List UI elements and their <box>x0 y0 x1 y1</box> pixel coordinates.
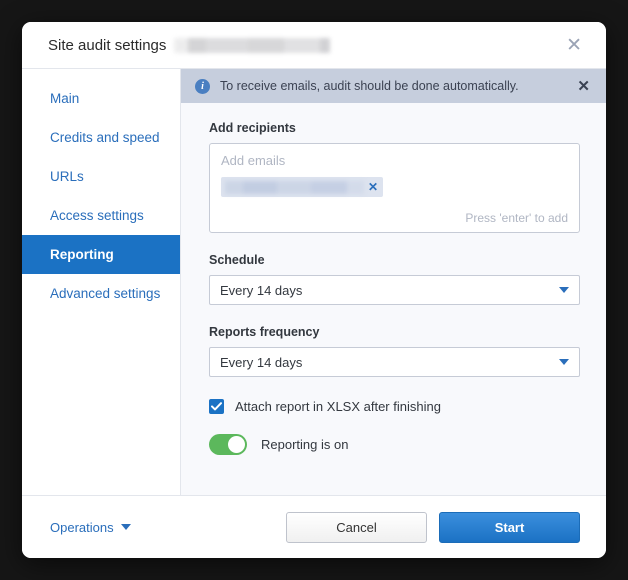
sidebar-item-label: Credits and speed <box>50 130 160 145</box>
schedule-select-wrap: Every 14 days <box>209 275 580 305</box>
settings-content: i To receive emails, audit should be don… <box>181 69 606 495</box>
page-title: Site audit settings <box>48 36 167 54</box>
recipient-email-redacted <box>225 180 364 194</box>
reports-frequency-select-value: Every 14 days <box>220 354 303 370</box>
add-recipients-label: Add recipients <box>209 121 296 135</box>
operations-menu[interactable]: Operations <box>50 520 131 535</box>
attach-xlsx-checkbox[interactable] <box>209 399 224 414</box>
check-icon <box>211 402 222 411</box>
schedule-select-value: Every 14 days <box>220 282 303 298</box>
sidebar-item-label: Advanced settings <box>50 286 161 301</box>
sidebar-item-label: Access settings <box>50 208 144 223</box>
sidebar-item-advanced-settings[interactable]: Advanced settings <box>22 274 180 313</box>
press-enter-hint: Press 'enter' to add <box>465 211 568 225</box>
reporting-form: Add recipients Add emails ✕ Press 'enter… <box>181 103 606 495</box>
reports-frequency-select-wrap: Every 14 days <box>209 347 580 377</box>
recipients-placeholder: Add emails <box>221 153 286 168</box>
footer-actions: Cancel Start <box>286 511 580 543</box>
recipient-chip[interactable]: ✕ <box>221 177 383 197</box>
dialog-footer: Operations Cancel Start <box>22 495 606 558</box>
info-banner-text: To receive emails, audit should be done … <box>220 79 519 93</box>
close-icon[interactable]: ✕ <box>560 32 588 59</box>
sidebar-item-access-settings[interactable]: Access settings <box>22 196 180 235</box>
toggle-knob <box>228 436 245 453</box>
sidebar-item-urls[interactable]: URLs <box>22 157 180 196</box>
settings-sidebar: Main Credits and speed URLs Access setti… <box>22 69 181 495</box>
sidebar-item-label: URLs <box>50 169 84 184</box>
chip-remove-icon[interactable]: ✕ <box>368 181 378 193</box>
attach-xlsx-label: Attach report in XLSX after finishing <box>235 399 441 414</box>
recipients-input[interactable]: Add emails ✕ Press 'enter' to add <box>209 143 580 233</box>
reports-frequency-select[interactable]: Every 14 days <box>209 347 580 377</box>
attach-xlsx-row[interactable]: Attach report in XLSX after finishing <box>209 399 580 414</box>
banner-close-icon[interactable]: ✕ <box>569 77 590 95</box>
schedule-select[interactable]: Every 14 days <box>209 275 580 305</box>
sidebar-item-main[interactable]: Main <box>22 79 180 118</box>
sidebar-item-credits-and-speed[interactable]: Credits and speed <box>22 118 180 157</box>
schedule-label: Schedule <box>209 253 265 267</box>
reports-frequency-label: Reports frequency <box>209 325 320 339</box>
redacted-site-name <box>174 37 331 53</box>
start-button[interactable]: Start <box>439 511 580 543</box>
reporting-toggle-row[interactable]: Reporting is on <box>209 434 580 455</box>
chevron-down-icon <box>120 524 131 530</box>
site-audit-settings-dialog: Site audit settings ✕ Main Credits and s… <box>22 22 606 558</box>
dialog-header: Site audit settings ✕ <box>22 22 606 69</box>
sidebar-item-reporting[interactable]: Reporting <box>22 235 180 274</box>
reporting-toggle[interactable] <box>209 434 247 455</box>
reporting-toggle-label: Reporting is on <box>261 437 349 452</box>
info-icon: i <box>195 78 210 94</box>
dialog-body: Main Credits and speed URLs Access setti… <box>22 69 606 495</box>
cancel-button[interactable]: Cancel <box>286 511 427 543</box>
sidebar-item-label: Main <box>50 91 80 106</box>
info-banner: i To receive emails, audit should be don… <box>181 69 606 103</box>
sidebar-item-label: Reporting <box>50 247 114 262</box>
operations-label: Operations <box>50 519 114 535</box>
